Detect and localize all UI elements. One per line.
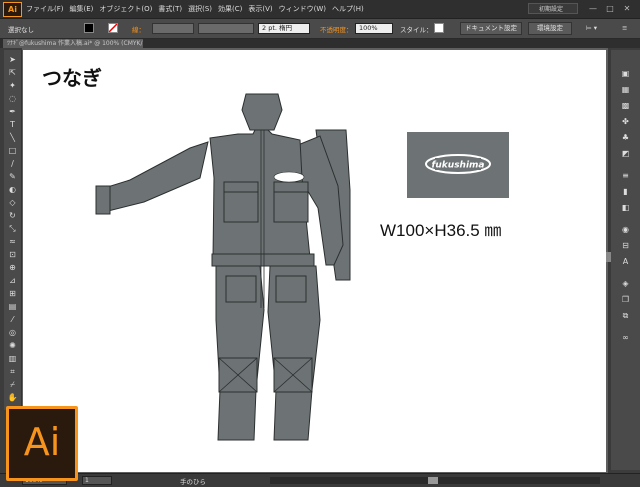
fukushima-logo: fukushima	[425, 154, 491, 174]
page-title: つなぎ	[42, 66, 102, 90]
none-color-icon	[109, 24, 117, 32]
artboard[interactable]: つなぎ fukushima W100×H36.5 ㎜	[23, 50, 606, 472]
document-tab[interactable]: ﾂﾅｷﾞ@fukushima 作業入稿.ai* @ 100% (CMYK/プレビ…	[3, 39, 143, 48]
logo-text: fukushima	[431, 161, 484, 171]
style-swatch[interactable]	[434, 23, 444, 33]
lasso-icon[interactable]: ◌	[7, 93, 18, 104]
style-label: スタイル：	[400, 26, 433, 34]
brushes-icon[interactable]: ✤	[620, 116, 631, 127]
character-icon[interactable]: A	[620, 256, 631, 267]
document-tabs: ﾂﾅｷﾞ@fukushima 作業入稿.ai* @ 100% (CMYK/プレビ…	[0, 39, 640, 48]
preferences-button[interactable]: 環境設定	[528, 22, 572, 35]
maximize-icon[interactable]: □	[605, 4, 615, 13]
eraser-icon[interactable]: ◇	[7, 197, 18, 208]
menu-select[interactable]: 選択(S)	[188, 4, 212, 14]
menu-window[interactable]: ウィンドウ(W)	[279, 4, 326, 14]
panel-dock: ▣ ▦ ▩ ✤ ♣ ◩ ≡ ▮ ◧ ◉ ⊟ A ◈ ❐ ⧉ ∞	[611, 50, 640, 470]
rotate-icon[interactable]: ↻	[7, 210, 18, 221]
variable-width-select[interactable]	[198, 23, 254, 34]
menu-list: ファイル(F) 編集(E) オブジェクト(O) 書式(T) 選択(S) 効果(C…	[26, 0, 364, 18]
swatches-icon[interactable]: ▩	[620, 100, 631, 111]
stroke-panel-icon[interactable]: ≡	[620, 170, 631, 181]
logo-dimensions: W100×H36.5 ㎜	[380, 221, 502, 240]
layers-icon[interactable]: ◈	[620, 278, 631, 289]
brush-icon[interactable]: ∕	[7, 158, 18, 169]
menu-file[interactable]: ファイル(F)	[26, 4, 64, 14]
gradient-panel-icon[interactable]: ▮	[620, 186, 631, 197]
color-panel-icon[interactable]: ▣	[620, 68, 631, 79]
magic-wand-icon[interactable]: ✦	[7, 80, 18, 91]
tools-panel: ➤ ⇱ ✦ ◌ ✒ T ╲ □ ∕ ✎ ◐ ◇ ↻ ⤡ ≈ ⊡ ⊕ ⊿ ⊞ ▤ …	[4, 50, 22, 410]
free-transform-icon[interactable]: ⊡	[7, 249, 18, 260]
type-tool-icon[interactable]: T	[7, 119, 18, 130]
menu-effect[interactable]: 効果(C)	[218, 4, 242, 14]
pen-tool-icon[interactable]: ✒	[7, 106, 18, 117]
coverall-illustration[interactable]	[88, 90, 378, 450]
transparency-icon[interactable]: ◧	[620, 202, 631, 213]
control-bar: 選択なし 線： 2 pt. 楕円 不透明度： 100% スタイル： ドキュメント…	[0, 19, 640, 39]
menu-edit[interactable]: 編集(E)	[70, 4, 94, 14]
artboard-navigator[interactable]: 1	[82, 476, 112, 485]
minimize-icon[interactable]: —	[588, 4, 598, 13]
color-guide-icon[interactable]: ▦	[620, 84, 631, 95]
chest-logo	[273, 171, 305, 183]
pathfinder-icon[interactable]: ⧉	[620, 310, 631, 321]
eyedropper-icon[interactable]: ⁄	[7, 314, 18, 325]
graphic-styles-icon[interactable]: ◩	[620, 148, 631, 159]
slice-icon[interactable]: ⌿	[7, 379, 18, 390]
close-icon[interactable]: ✕	[622, 4, 632, 13]
stroke-label: 線：	[132, 26, 145, 34]
menu-object[interactable]: オブジェクト(O)	[99, 4, 152, 14]
opacity-input[interactable]: 100%	[355, 23, 393, 34]
mesh-icon[interactable]: ⊞	[7, 288, 18, 299]
horizontal-scroll-thumb[interactable]	[428, 477, 438, 484]
selection-status: 選択なし	[8, 26, 34, 34]
blob-brush-icon[interactable]: ◐	[7, 184, 18, 195]
align-panel-icon[interactable]: ⊟	[620, 240, 631, 251]
perspective-grid-icon[interactable]: ⊿	[7, 275, 18, 286]
direct-selection-tool-icon[interactable]: ⇱	[7, 67, 18, 78]
artboards-panel-icon[interactable]: ❐	[620, 294, 631, 305]
line-tool-icon[interactable]: ╲	[7, 132, 18, 143]
status-bar: 100% 1 手のひら	[0, 473, 640, 487]
opacity-label: 不透明度：	[320, 26, 353, 34]
artboard-tool-icon[interactable]: ⌗	[7, 366, 18, 377]
gradient-icon[interactable]: ▤	[7, 301, 18, 312]
app-logo: Ai	[3, 2, 22, 17]
illustrator-logo-text: Ai	[23, 420, 61, 464]
hand-icon[interactable]: ✋	[7, 392, 18, 403]
menu-help[interactable]: ヘルプ(H)	[332, 4, 364, 14]
panel-menu-icon[interactable]: ≡	[622, 24, 627, 32]
pencil-icon[interactable]: ✎	[7, 171, 18, 182]
menu-view[interactable]: 表示(V)	[248, 4, 272, 14]
fill-swatch[interactable]	[84, 23, 94, 33]
logo-preview[interactable]: fukushima	[407, 132, 509, 198]
links-icon[interactable]: ∞	[620, 332, 631, 343]
symbol-sprayer-icon[interactable]: ✺	[7, 340, 18, 351]
align-icon[interactable]: ⊨ ▾	[586, 24, 597, 32]
document-setup-button[interactable]: ドキュメント設定	[460, 22, 522, 35]
graph-icon[interactable]: ▥	[7, 353, 18, 364]
stroke-swatch[interactable]	[108, 23, 118, 33]
current-tool-label: 手のひら	[180, 478, 206, 486]
illustrator-logo: Ai	[6, 406, 78, 481]
brush-definition-select[interactable]: 2 pt. 楕円	[258, 23, 310, 34]
stroke-weight-input[interactable]	[152, 23, 194, 34]
scale-icon[interactable]: ⤡	[7, 223, 18, 234]
menu-bar: Ai ファイル(F) 編集(E) オブジェクト(O) 書式(T) 選択(S) 効…	[0, 0, 640, 19]
workspace-switcher[interactable]: 初期設定	[528, 3, 578, 14]
selection-tool-icon[interactable]: ➤	[7, 54, 18, 65]
appearance-icon[interactable]: ◉	[620, 224, 631, 235]
shape-builder-icon[interactable]: ⊕	[7, 262, 18, 273]
blend-icon[interactable]: ◎	[7, 327, 18, 338]
warp-icon[interactable]: ≈	[7, 236, 18, 247]
menu-type[interactable]: 書式(T)	[158, 4, 182, 14]
rectangle-tool-icon[interactable]: □	[7, 145, 18, 156]
symbols-icon[interactable]: ♣	[620, 132, 631, 143]
